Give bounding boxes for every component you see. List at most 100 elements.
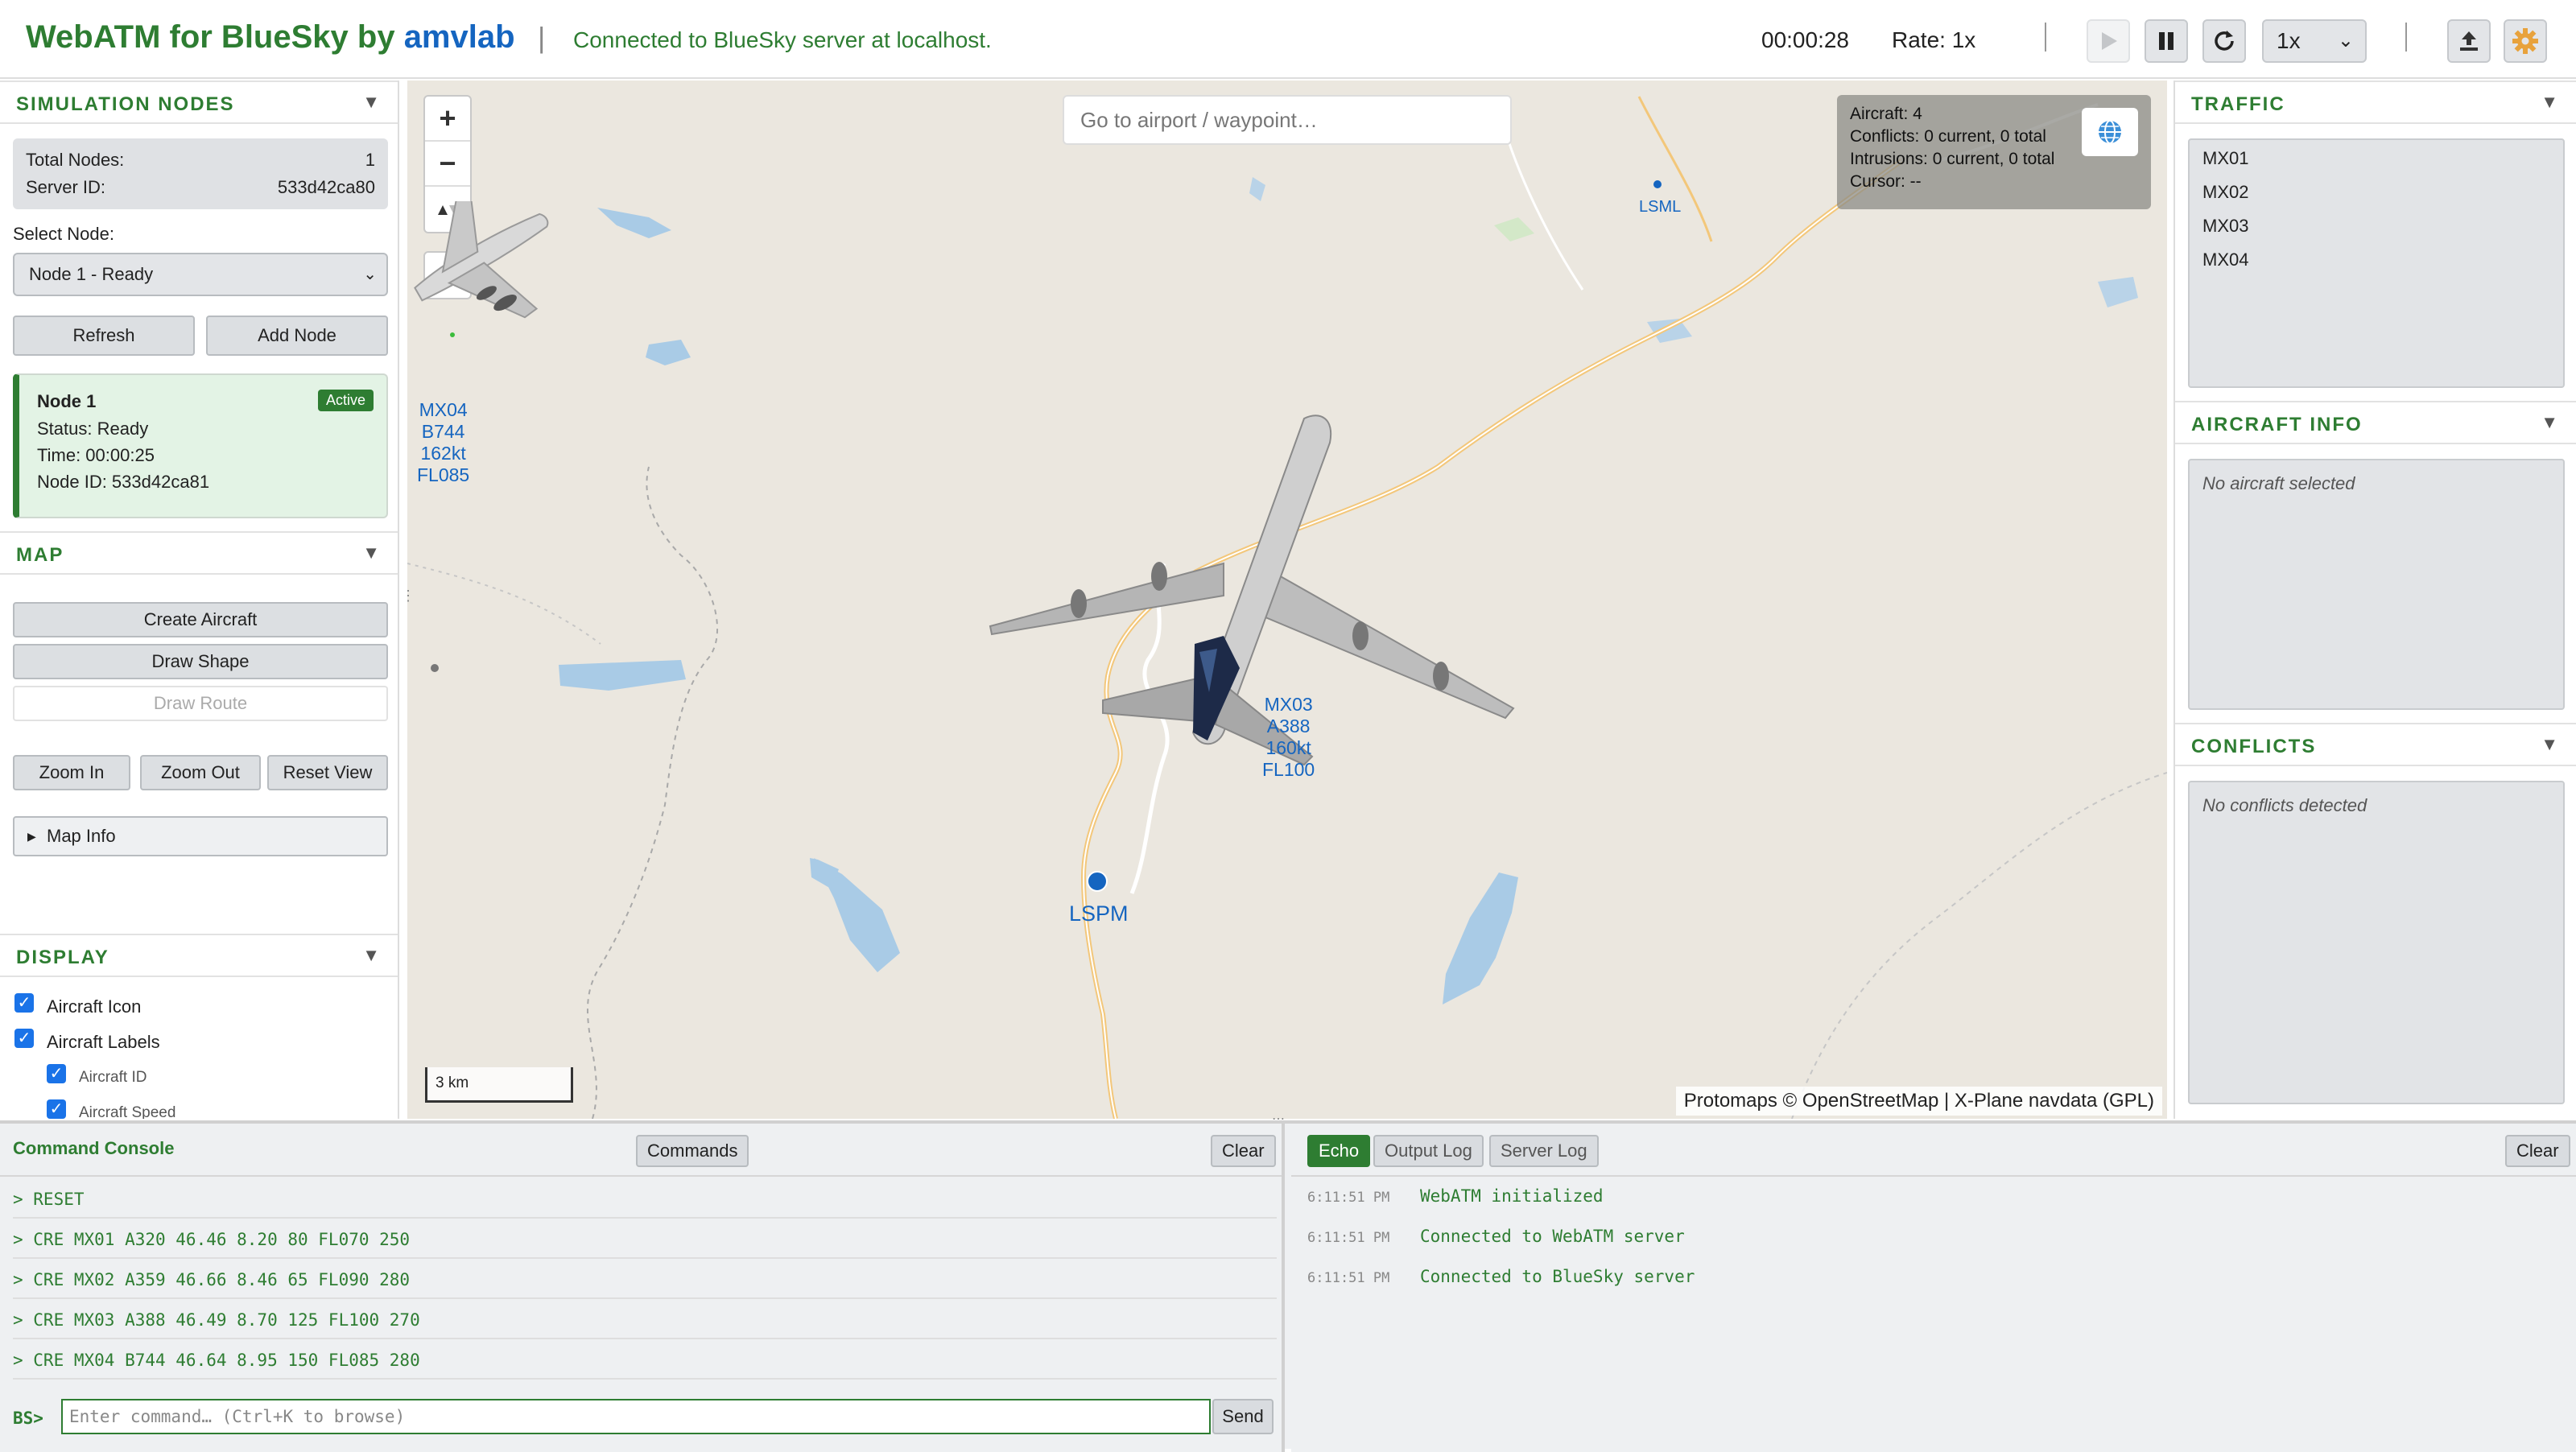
conflicts-panel: No conflicts detected bbox=[2188, 781, 2565, 1104]
total-nodes-value: 1 bbox=[365, 150, 375, 170]
bottom-panels: Command Console Commands Clear > RESET >… bbox=[0, 1120, 2576, 1452]
send-button[interactable]: Send bbox=[1212, 1399, 1274, 1434]
log-entry: 6:11:51 PM Connected to WebATM server bbox=[1307, 1227, 1685, 1246]
simulation-time: 00:00:28 bbox=[1761, 27, 1849, 52]
log-text: WebATM initialized bbox=[1420, 1186, 1604, 1206]
draw-shape-button[interactable]: Draw Shape bbox=[13, 644, 388, 679]
reset-button[interactable] bbox=[2202, 19, 2246, 63]
log-panel: Echo Output Log Server Log Clear 6:11:51… bbox=[1291, 1124, 2576, 1452]
title-separator: | bbox=[538, 21, 546, 54]
app-title: WebATM for BlueSky by amvlab bbox=[26, 19, 515, 56]
total-nodes-label: Total Nodes: bbox=[26, 150, 125, 170]
waypoint-lsml-marker[interactable] bbox=[1652, 179, 1663, 190]
traffic-item[interactable]: MX01 bbox=[2202, 148, 2248, 169]
console-line: > CRE MX03 A388 46.49 8.70 125 FL100 270 bbox=[13, 1301, 1277, 1339]
tab-echo[interactable]: Echo bbox=[1307, 1135, 1371, 1167]
map-attribution[interactable]: Protomaps © OpenStreetMap | X-Plane navd… bbox=[1675, 1087, 2162, 1116]
left-resize-handle[interactable]: ⋮ bbox=[401, 588, 415, 604]
settings-button[interactable] bbox=[2504, 19, 2547, 63]
map-point-marker bbox=[431, 664, 439, 672]
node-card-id: Node ID: 533d42ca81 bbox=[37, 472, 210, 492]
aircraft-id: MX04 bbox=[419, 399, 468, 420]
map-section-header[interactable]: MAP ▼ bbox=[0, 531, 398, 575]
zoom-out-button[interactable]: Zoom Out bbox=[140, 755, 261, 790]
log-time: 6:11:51 PM bbox=[1307, 1230, 1390, 1246]
console-clear-button[interactable]: Clear bbox=[1211, 1135, 1276, 1167]
aircraft-speed-checkbox[interactable]: ✓ bbox=[47, 1099, 66, 1119]
aircraft-icon-label: Aircraft Icon bbox=[47, 996, 142, 1017]
traffic-item[interactable]: MX02 bbox=[2202, 182, 2248, 203]
map-zoom-in-button[interactable]: + bbox=[425, 97, 470, 142]
sim-nodes-title: SIMULATION NODES bbox=[16, 93, 235, 115]
aircraft-info-title: AIRCRAFT INFO bbox=[2191, 414, 2363, 435]
map-zoom-out-button[interactable]: − bbox=[425, 142, 470, 187]
airport-lspm-marker[interactable] bbox=[1085, 869, 1109, 893]
select-node-label: Select Node: bbox=[13, 224, 114, 244]
refresh-nodes-button[interactable]: Refresh bbox=[13, 316, 195, 356]
aircraft-mx04-icon[interactable] bbox=[407, 201, 568, 370]
map-section-title: MAP bbox=[16, 544, 64, 566]
pause-button[interactable] bbox=[2145, 19, 2188, 63]
zoom-in-button[interactable]: Zoom In bbox=[13, 755, 130, 790]
create-aircraft-button[interactable]: Create Aircraft bbox=[13, 602, 388, 637]
console-line: > RESET bbox=[13, 1180, 1277, 1219]
pause-icon bbox=[2159, 32, 2174, 50]
traffic-item[interactable]: MX03 bbox=[2202, 216, 2248, 237]
brand-link[interactable]: amvlab bbox=[404, 19, 515, 55]
traffic-title: TRAFFIC bbox=[2191, 93, 2285, 115]
log-text: Connected to WebATM server bbox=[1420, 1227, 1685, 1246]
aircraft-mx03-label[interactable]: MX03 A388 160kt FL100 bbox=[1262, 694, 1315, 781]
map-info-toggle[interactable]: ▶ Map Info bbox=[13, 816, 388, 856]
sim-nodes-header[interactable]: SIMULATION NODES ▼ bbox=[0, 80, 398, 124]
console-prompt: BS> bbox=[13, 1409, 43, 1428]
display-section-header[interactable]: DISPLAY ▼ bbox=[0, 934, 398, 977]
tab-output-log[interactable]: Output Log bbox=[1373, 1135, 1484, 1167]
server-id-value: 533d42ca80 bbox=[277, 177, 375, 197]
traffic-item[interactable]: MX04 bbox=[2202, 250, 2248, 270]
gear-icon bbox=[2512, 28, 2538, 54]
stats-intrusions: Intrusions: 0 current, 0 total bbox=[1850, 150, 2055, 168]
add-node-button[interactable]: Add Node bbox=[206, 316, 388, 356]
aircraft-id-checkbox[interactable]: ✓ bbox=[47, 1064, 66, 1083]
display-section-title: DISPLAY bbox=[16, 947, 109, 968]
log-clear-button[interactable]: Clear bbox=[2505, 1135, 2570, 1167]
draw-route-button[interactable]: Draw Route bbox=[13, 686, 388, 721]
server-id-label: Server ID: bbox=[26, 177, 106, 197]
speed-select[interactable]: 1x ⌄ bbox=[2262, 19, 2367, 63]
play-button[interactable] bbox=[2087, 19, 2130, 63]
node-card-name: Node 1 bbox=[37, 391, 97, 411]
aircraft-type: B744 bbox=[421, 421, 465, 442]
command-input[interactable]: Enter command… (Ctrl+K to browse) bbox=[61, 1399, 1211, 1434]
conflicts-header[interactable]: CONFLICTS ▼ bbox=[2175, 723, 2576, 766]
console-line: > CRE MX04 B744 46.64 8.95 150 FL085 280 bbox=[13, 1341, 1277, 1380]
aircraft-speed: 162kt bbox=[420, 443, 466, 464]
upload-icon bbox=[2460, 31, 2478, 51]
app-title-text: WebATM for BlueSky by bbox=[26, 19, 404, 55]
aircraft-icon-checkbox[interactable]: ✓ bbox=[14, 993, 34, 1013]
conflicts-empty: No conflicts detected bbox=[2202, 795, 2368, 815]
globe-button[interactable] bbox=[2082, 108, 2138, 156]
stats-conflicts: Conflicts: 0 current, 0 total bbox=[1850, 127, 2046, 146]
log-entry: 6:11:51 PM WebATM initialized bbox=[1307, 1186, 1604, 1206]
map-search-input[interactable]: Go to airport / waypoint… bbox=[1063, 95, 1512, 145]
console-toolbar: Command Console Commands Clear bbox=[0, 1124, 1282, 1177]
stats-cursor: Cursor: -- bbox=[1850, 172, 1922, 191]
aircraft-mx04-label[interactable]: MX04 B744 162kt FL085 bbox=[417, 399, 469, 486]
chevron-down-icon: ⌄ bbox=[2337, 30, 2354, 52]
aircraft-info-header[interactable]: AIRCRAFT INFO ▼ bbox=[2175, 401, 2576, 444]
commands-button[interactable]: Commands bbox=[636, 1135, 749, 1167]
app-header: WebATM for BlueSky by amvlab | Connected… bbox=[0, 0, 2576, 79]
traffic-list: MX01 MX02 MX03 MX04 bbox=[2188, 138, 2565, 388]
waypoint-lsml-label: LSML bbox=[1639, 198, 1682, 216]
node-card[interactable]: Node 1 Active Status: Ready Time: 00:00:… bbox=[13, 373, 388, 518]
reset-view-button[interactable]: Reset View bbox=[267, 755, 388, 790]
aircraft-labels-checkbox[interactable]: ✓ bbox=[14, 1029, 34, 1048]
traffic-header[interactable]: TRAFFIC ▼ bbox=[2175, 80, 2576, 124]
node-card-status: Status: Ready bbox=[37, 419, 149, 439]
upload-button[interactable] bbox=[2447, 19, 2491, 63]
map-canvas[interactable]: + − Go to airport / waypoint… Aircraft: … bbox=[407, 80, 2167, 1119]
tab-server-log[interactable]: Server Log bbox=[1489, 1135, 1599, 1167]
airport-lspm-label: LSPM bbox=[1069, 901, 1129, 926]
right-sidebar: TRAFFIC ▼ MX01 MX02 MX03 MX04 AIRCRAFT I… bbox=[2174, 80, 2576, 1119]
node-select[interactable]: Node 1 - Ready ⌄ bbox=[13, 253, 388, 296]
